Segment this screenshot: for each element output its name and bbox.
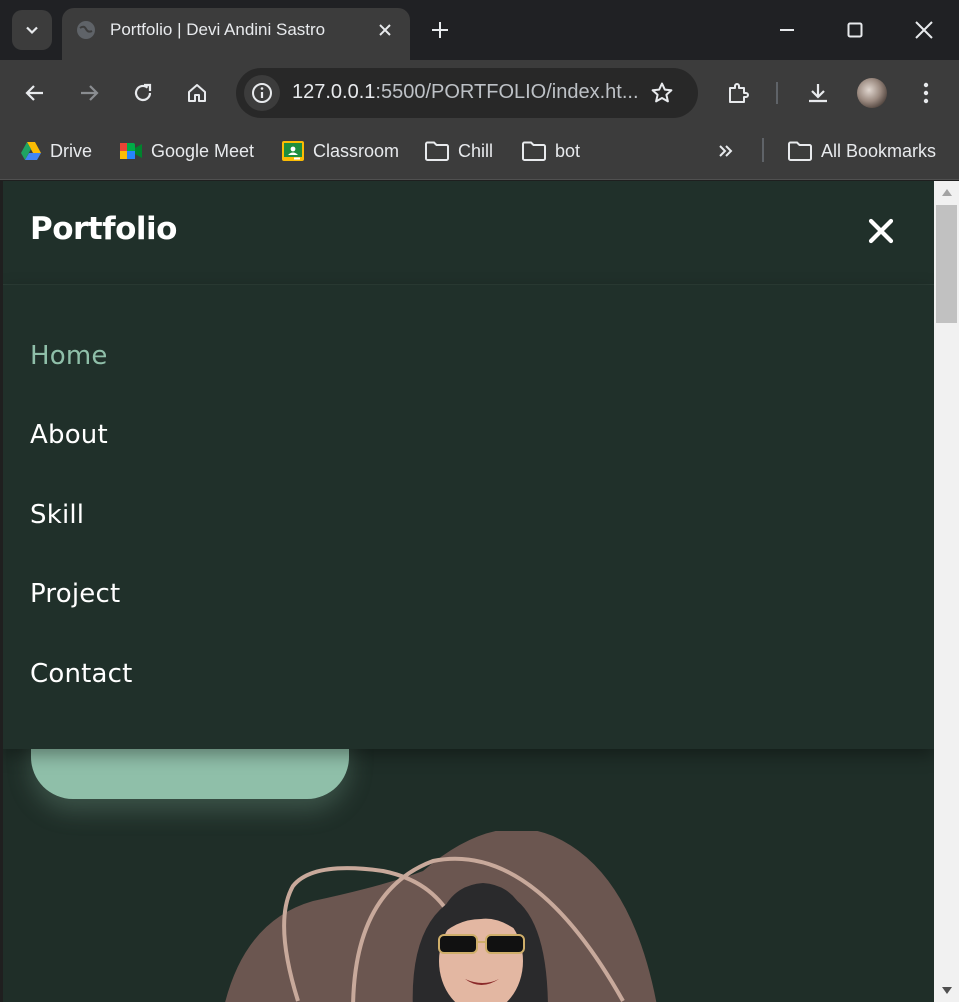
url-host: 127.0.0.1: [292, 81, 376, 103]
bookmark-folder-bot[interactable]: bot: [521, 136, 580, 166]
reload-button[interactable]: [125, 75, 161, 111]
bookmark-label: Google Meet: [151, 140, 255, 161]
back-button[interactable]: [17, 75, 53, 111]
chevron-double-right-icon: [719, 145, 733, 157]
nav-link-project[interactable]: Project: [30, 579, 120, 609]
folder-icon: [522, 141, 546, 161]
browser-toolbar: 127.0.0.1:5500/PORTFOLIO/index.ht...: [0, 60, 959, 126]
site-header: Portfolio: [3, 181, 934, 285]
scroll-up-arrow-icon[interactable]: [942, 189, 952, 196]
bookmark-google-meet[interactable]: Google Meet: [119, 136, 254, 166]
download-icon: [809, 84, 827, 103]
address-bar[interactable]: 127.0.0.1:5500/PORTFOLIO/index.ht...: [236, 68, 698, 118]
bookmark-folder-chill[interactable]: Chill: [424, 136, 493, 166]
bookmark-label: bot: [555, 140, 581, 161]
page-viewport: Portfolio Home About Skill Project Conta…: [3, 181, 934, 1002]
folder-icon: [425, 141, 449, 161]
globe-icon: [77, 21, 95, 39]
close-window-button[interactable]: [901, 10, 947, 50]
minimize-icon: [780, 29, 794, 31]
downloads-button[interactable]: [800, 75, 836, 111]
bookmarks-bar: Drive Google Meet Classroom Chill bot Al…: [0, 126, 959, 180]
forward-button[interactable]: [71, 75, 107, 111]
folder-icon: [788, 141, 812, 161]
tab-title: Portfolio | Devi Andini Sastro: [110, 20, 326, 39]
bookmark-label: Drive: [50, 140, 93, 161]
site-info-button[interactable]: [244, 75, 280, 111]
chrome-menu-button[interactable]: [908, 75, 944, 111]
info-icon: [252, 83, 272, 103]
bookmark-drive[interactable]: Drive: [20, 136, 92, 166]
home-button[interactable]: [179, 75, 215, 111]
hero-illustration: [225, 831, 657, 1002]
page-scrollbar[interactable]: [934, 181, 959, 1002]
nav-link-skill[interactable]: Skill: [30, 500, 84, 530]
bookmarks-overflow-button[interactable]: [716, 136, 736, 166]
site-logo[interactable]: Portfolio: [30, 211, 177, 247]
profile-avatar[interactable]: [857, 78, 887, 108]
bookmark-star-button[interactable]: [648, 79, 676, 107]
tab-close-button[interactable]: [374, 19, 396, 41]
tab-strip: Portfolio | Devi Andini Sastro: [0, 0, 959, 60]
url-text: 127.0.0.1:5500/PORTFOLIO/index.ht...: [292, 81, 639, 104]
new-tab-button[interactable]: [426, 16, 454, 44]
google-drive-icon: [21, 142, 41, 160]
toolbar-separator: [776, 82, 778, 104]
arrow-right-icon: [81, 85, 99, 101]
nav-link-about[interactable]: About: [30, 420, 108, 450]
bookmark-classroom[interactable]: Classroom: [281, 136, 399, 166]
scroll-thumb[interactable]: [936, 205, 957, 323]
active-tab[interactable]: Portfolio | Devi Andini Sastro: [62, 8, 410, 60]
nav-link-contact[interactable]: Contact: [30, 659, 133, 689]
all-bookmarks-button[interactable]: All Bookmarks: [787, 136, 936, 166]
plus-icon: [432, 22, 448, 38]
kebab-menu-icon: [923, 82, 929, 104]
bookmark-label: Classroom: [313, 140, 400, 161]
maximize-icon: [847, 22, 863, 38]
arrow-left-icon: [25, 85, 43, 101]
tab-search-button[interactable]: [12, 10, 52, 50]
nav-link-home[interactable]: Home: [30, 341, 108, 371]
puzzle-icon: [729, 83, 749, 103]
chevron-down-icon: [26, 26, 38, 35]
close-icon: [379, 24, 391, 36]
url-path: :5500/PORTFOLIO/index.ht...: [375, 81, 639, 103]
home-icon: [188, 84, 206, 102]
scroll-down-arrow-icon[interactable]: [942, 987, 952, 994]
bookmark-label: Chill: [458, 140, 494, 161]
star-icon: [651, 82, 673, 103]
close-icon: [915, 21, 933, 39]
bookmarks-separator: [762, 138, 764, 162]
maximize-button[interactable]: [832, 10, 878, 50]
close-menu-icon[interactable]: [865, 215, 897, 247]
google-classroom-icon: [282, 141, 304, 161]
reload-icon: [134, 83, 152, 102]
all-bookmarks-label: All Bookmarks: [821, 140, 937, 161]
extensions-button[interactable]: [720, 75, 756, 111]
nav-menu: Home About Skill Project Contact: [3, 285, 934, 749]
google-meet-icon: [120, 143, 142, 159]
minimize-button[interactable]: [764, 10, 810, 50]
